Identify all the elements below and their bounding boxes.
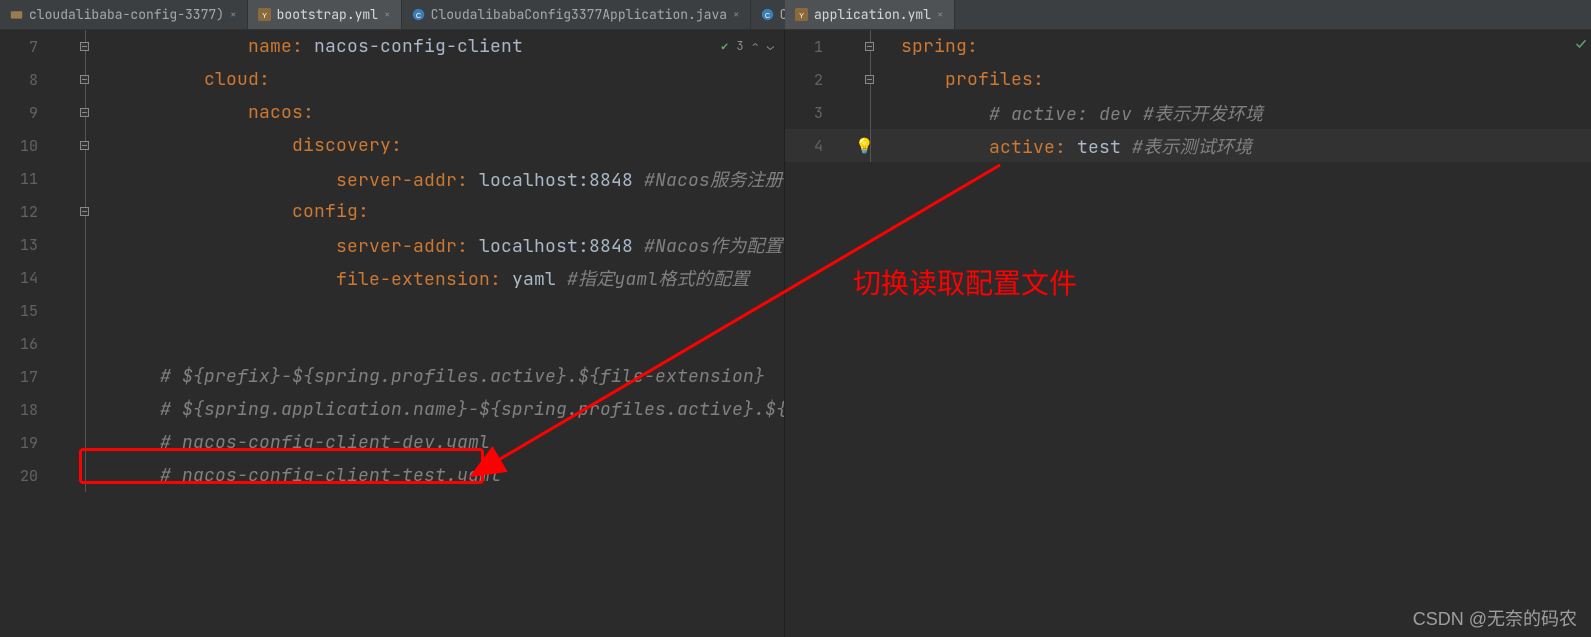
line-number: 16: [0, 334, 50, 354]
fold-toggle-icon[interactable]: [80, 42, 89, 51]
gutter-fold[interactable]: [50, 129, 98, 162]
line-number: 8: [0, 70, 50, 90]
gutter-fold[interactable]: [835, 63, 883, 96]
code-line[interactable]: 18 # ${spring.application.name}-${spring…: [0, 393, 784, 426]
line-number: 7: [0, 37, 50, 57]
gutter-fold[interactable]: [50, 459, 98, 492]
code-line[interactable]: 13 server-addr: localhost:8848 #Nacos作为配…: [0, 228, 784, 261]
gutter-fold[interactable]: [50, 63, 98, 96]
svg-text:Y: Y: [262, 11, 267, 20]
gutter-fold[interactable]: [50, 96, 98, 129]
editor-pane-right[interactable]: 1spring:2 profiles:3 # active: dev #表示开发…: [785, 30, 1591, 637]
close-icon[interactable]: ×: [937, 8, 944, 22]
gutter-fold[interactable]: [50, 162, 98, 195]
code-line[interactable]: 8 cloud:: [0, 63, 784, 96]
code-content[interactable]: cloud:: [98, 68, 270, 91]
code-content[interactable]: config:: [98, 200, 369, 223]
code-content[interactable]: # nacos-config-client-test.yaml: [98, 464, 501, 487]
tab-label: bootstrap.yml: [277, 6, 378, 23]
tab-cloudalibabaconfig3377application-java[interactable]: C CloudalibabaConfig3377Application.java ×: [402, 0, 751, 29]
code-line[interactable]: 11 server-addr: localhost:8848 #Nacos服务注…: [0, 162, 784, 195]
watermark: CSDN @无奈的码农: [1413, 605, 1577, 631]
fold-toggle-icon[interactable]: [80, 207, 89, 216]
close-icon[interactable]: ×: [230, 8, 237, 22]
gutter-fold[interactable]: [50, 426, 98, 459]
line-number: 9: [0, 103, 50, 123]
tab-label: CloudalibabaConfig3377Application.java: [431, 6, 727, 23]
gutter-fold[interactable]: [50, 261, 98, 294]
line-number: 12: [0, 202, 50, 222]
code-content[interactable]: server-addr: localhost:8848 #Nacos作为配置中心…: [98, 232, 785, 258]
tab-bar-right: Yapplication.yml ×: [785, 0, 1591, 30]
gutter-fold[interactable]: [835, 96, 883, 129]
code-line[interactable]: 12 config:: [0, 195, 784, 228]
line-number: 15: [0, 301, 50, 321]
code-content[interactable]: server-addr: localhost:8848 #Nacos服务注册中心…: [98, 166, 785, 192]
line-number: 3: [785, 103, 835, 123]
line-number: 10: [0, 136, 50, 156]
tab-label: cloudalibaba-config-3377): [29, 6, 224, 23]
editor-pane-left[interactable]: ✔ 3 ⌃ ⌄ 7 name: nacos-config-client8 clo…: [0, 30, 785, 637]
line-number: 17: [0, 367, 50, 387]
code-line[interactable]: 17 # ${prefix}-${spring.profiles.active}…: [0, 360, 784, 393]
code-content[interactable]: spring:: [883, 35, 978, 58]
tab-label: application.yml: [814, 6, 931, 23]
code-content[interactable]: active: test #表示测试环境: [883, 133, 1252, 159]
code-content[interactable]: name: nacos-config-client: [98, 35, 523, 58]
code-content[interactable]: nacos:: [98, 101, 314, 124]
line-number: 1: [785, 37, 835, 57]
code-line[interactable]: 1 spring:: [785, 30, 1591, 63]
tab-cloudalibaba-config-3377-[interactable]: cloudalibaba-config-3377) ×: [0, 0, 248, 29]
code-content[interactable]: # ${spring.application.name}-${spring.pr…: [98, 398, 785, 421]
code-line[interactable]: 14 file-extension: yaml #指定yaml格式的配置: [0, 261, 784, 294]
code-content[interactable]: # nacos-config-client-dev.yaml: [98, 431, 490, 454]
line-number: 2: [785, 70, 835, 90]
code-line[interactable]: 10 discovery:: [0, 129, 784, 162]
tab-application-yml[interactable]: Yapplication.yml ×: [785, 0, 955, 29]
code-line[interactable]: 3 # active: dev #表示开发环境: [785, 96, 1591, 129]
code-line[interactable]: 19 # nacos-config-client-dev.yaml: [0, 426, 784, 459]
line-number: 11: [0, 169, 50, 189]
gutter-fold[interactable]: [50, 360, 98, 393]
fold-toggle-icon[interactable]: [80, 108, 89, 117]
gutter-fold[interactable]: [50, 294, 98, 327]
code-content[interactable]: file-extension: yaml #指定yaml格式的配置: [98, 265, 749, 291]
close-icon[interactable]: ×: [384, 8, 391, 22]
svg-text:Y: Y: [799, 11, 804, 20]
gutter-fold[interactable]: [50, 30, 98, 63]
code-content[interactable]: discovery:: [98, 134, 402, 157]
line-number: 20: [0, 466, 50, 486]
gutter-fold[interactable]: [50, 195, 98, 228]
code-line[interactable]: 4 active: test #表示测试环境 💡: [785, 129, 1591, 162]
close-icon[interactable]: ×: [733, 8, 740, 22]
gutter-fold[interactable]: [50, 228, 98, 261]
line-number: 13: [0, 235, 50, 255]
line-number: 14: [0, 268, 50, 288]
tab-bootstrap-yml[interactable]: Ybootstrap.yml ×: [248, 0, 402, 29]
fold-toggle-icon[interactable]: [80, 75, 89, 84]
code-line[interactable]: 9 nacos:: [0, 96, 784, 129]
line-number: 4: [785, 136, 835, 156]
code-content[interactable]: profiles:: [883, 68, 1044, 91]
code-content[interactable]: # ${prefix}-${spring.profiles.active}.${…: [98, 365, 765, 388]
editor-split: ✔ 3 ⌃ ⌄ 7 name: nacos-config-client8 clo…: [0, 30, 1591, 637]
code-line[interactable]: 15: [0, 294, 784, 327]
intention-bulb-icon[interactable]: 💡: [855, 136, 874, 156]
code-line[interactable]: 2 profiles:: [785, 63, 1591, 96]
svg-text:C: C: [416, 11, 421, 20]
code-line[interactable]: 16: [0, 327, 784, 360]
gutter-fold[interactable]: [50, 393, 98, 426]
fold-toggle-icon[interactable]: [80, 141, 89, 150]
svg-text:C: C: [765, 11, 770, 20]
code-content[interactable]: # active: dev #表示开发环境: [883, 100, 1263, 126]
fold-toggle-icon[interactable]: [865, 75, 874, 84]
gutter-fold[interactable]: [50, 327, 98, 360]
tab-bar-left: cloudalibaba-config-3377)×Ybootstrap.yml…: [0, 0, 785, 30]
line-number: 18: [0, 400, 50, 420]
gutter-fold[interactable]: [835, 30, 883, 63]
code-line[interactable]: 7 name: nacos-config-client: [0, 30, 784, 63]
code-line[interactable]: 20 # nacos-config-client-test.yaml: [0, 459, 784, 492]
line-number: 19: [0, 433, 50, 453]
fold-toggle-icon[interactable]: [865, 42, 874, 51]
